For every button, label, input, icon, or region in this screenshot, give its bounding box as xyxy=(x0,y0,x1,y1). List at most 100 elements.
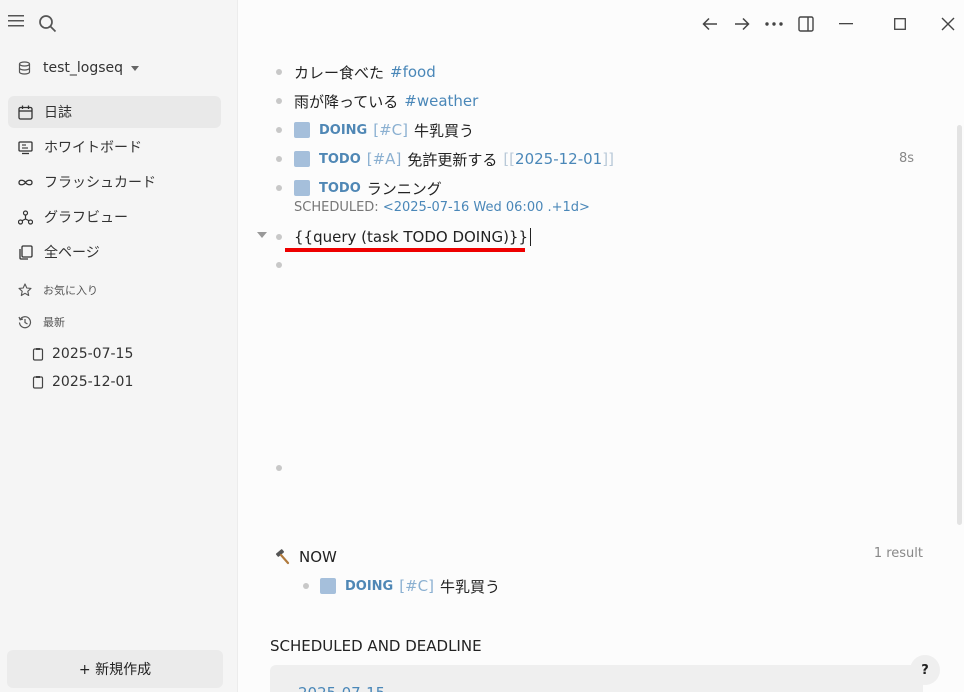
task-block[interactable]: TODO [#A] 免許更新する [[2025-12-01]] xyxy=(294,148,614,170)
task-checkbox[interactable] xyxy=(294,180,310,196)
more-button[interactable] xyxy=(762,12,786,36)
pages-icon xyxy=(19,244,33,260)
scheduled-date-link[interactable]: 2025-07-15 xyxy=(298,684,385,692)
maximize-icon xyxy=(894,18,906,30)
help-label: ? xyxy=(921,662,929,678)
block-bullet[interactable] xyxy=(276,262,282,268)
task-checkbox[interactable] xyxy=(294,122,310,138)
sidebar-item-whiteboards[interactable]: ホワイトボード xyxy=(8,131,221,163)
star-icon xyxy=(18,283,32,297)
task-checkbox[interactable] xyxy=(320,578,336,594)
menu-icon[interactable] xyxy=(8,14,26,32)
recent-page-item[interactable]: 2025-12-01 xyxy=(32,371,133,393)
query-result-block[interactable]: DOING [#C] 牛乳買う xyxy=(320,575,500,597)
minimize-icon xyxy=(839,23,853,25)
block-bullet[interactable] xyxy=(276,69,282,75)
collapse-arrow-icon[interactable] xyxy=(257,232,267,239)
priority-label[interactable]: [#C] xyxy=(373,121,408,139)
sidebar-item-flashcards[interactable]: フラッシュカード xyxy=(8,166,221,198)
task-block[interactable]: TODO ランニング xyxy=(294,177,442,199)
task-marker[interactable]: DOING xyxy=(345,579,393,594)
recent-page-label: 2025-12-01 xyxy=(52,374,134,390)
history-icon xyxy=(18,316,32,329)
help-button[interactable]: ? xyxy=(910,655,940,685)
block-bullet[interactable] xyxy=(276,98,282,104)
toggle-right-sidebar-button[interactable] xyxy=(794,12,818,36)
sidebar-item-all-pages[interactable]: 全ページ xyxy=(8,236,221,268)
block[interactable]: カレー食べた #food xyxy=(294,61,436,83)
maximize-button[interactable] xyxy=(888,12,912,36)
left-sidebar: test_logseq 日誌 ホワイトボード フラッシュカード グラフビュー 全… xyxy=(0,0,238,692)
recent-page-label: 2025-07-15 xyxy=(52,346,134,362)
forward-button[interactable] xyxy=(730,12,754,36)
recent-label: 最新 xyxy=(43,316,65,329)
priority-label[interactable]: [#C] xyxy=(399,577,434,595)
block-bullet[interactable] xyxy=(276,465,282,471)
block-bullet[interactable] xyxy=(276,234,282,240)
annotation-underline xyxy=(285,248,525,252)
block-editor-textarea[interactable]: {{query (task TODO DOING)}} xyxy=(294,226,532,248)
sidebar-item-journals[interactable]: 日誌 xyxy=(8,96,221,128)
block-text: 雨が降っている xyxy=(294,92,399,111)
block-bullet[interactable] xyxy=(303,583,309,589)
editor-text: {{query (task TODO DOING)}} xyxy=(294,228,529,246)
task-timer: 8s xyxy=(899,151,915,166)
text-caret xyxy=(530,228,532,246)
priority-label[interactable]: [#A] xyxy=(367,150,402,168)
sidebar-icon xyxy=(798,16,814,32)
recent-header[interactable]: 最新 xyxy=(18,312,65,332)
block-text: 牛乳買う xyxy=(439,577,500,596)
close-icon xyxy=(941,17,955,31)
favorites-label: お気に入り xyxy=(43,284,98,297)
page-link[interactable]: 2025-12-01 xyxy=(515,150,602,168)
graph-icon xyxy=(18,209,33,225)
sidebar-item-label: 全ページ xyxy=(44,245,100,261)
scheduled-list: 2025-07-15 xyxy=(270,665,923,692)
sidebar-item-label: フラッシュカード xyxy=(44,175,156,191)
sidebar-item-graph-view[interactable]: グラフビュー xyxy=(8,201,221,233)
tag-link[interactable]: #weather xyxy=(404,92,478,110)
link-bracket-close: ]] xyxy=(602,150,614,168)
scheduled-label: SCHEDULED: xyxy=(294,200,379,215)
task-checkbox[interactable] xyxy=(294,151,310,167)
recent-page-item[interactable]: 2025-07-15 xyxy=(32,343,133,365)
block-text: カレー食べた xyxy=(294,63,385,82)
scheduled-value[interactable]: <2025-07-16 Wed 06:00 .+1d> xyxy=(383,200,590,215)
ellipsis-icon xyxy=(765,22,783,26)
task-marker[interactable]: TODO xyxy=(319,181,361,196)
tag-link[interactable]: #food xyxy=(390,63,436,81)
favorites-header[interactable]: お気に入り xyxy=(18,280,98,300)
scheduled-line: SCHEDULED: <2025-07-16 Wed 06:00 .+1d> xyxy=(294,200,590,215)
caret-down-icon xyxy=(131,65,140,71)
block[interactable]: 雨が降っている #weather xyxy=(294,90,478,112)
now-section-header[interactable]: NOW xyxy=(274,547,337,567)
scheduled-section-title: SCHEDULED AND DEADLINE xyxy=(270,637,482,655)
page-icon xyxy=(32,375,44,389)
task-marker[interactable]: TODO xyxy=(319,152,361,167)
sidebar-item-label: 日誌 xyxy=(44,105,72,121)
block-text: ランニング xyxy=(366,179,442,198)
hammer-icon xyxy=(275,549,290,565)
whiteboard-icon xyxy=(18,140,33,154)
result-count: 1 result xyxy=(873,546,923,561)
scrollbar[interactable] xyxy=(957,125,962,525)
block-text: 免許更新する xyxy=(407,150,498,169)
page-icon xyxy=(32,347,44,361)
task-marker[interactable]: DOING xyxy=(319,123,367,138)
block-bullet[interactable] xyxy=(276,156,282,162)
block-text: 牛乳買う xyxy=(413,121,474,140)
sidebar-item-label: ホワイトボード xyxy=(44,140,142,156)
new-page-label: + 新規作成 xyxy=(78,662,152,678)
block-bullet[interactable] xyxy=(276,185,282,191)
search-icon[interactable] xyxy=(38,14,58,34)
task-block[interactable]: DOING [#C] 牛乳買う xyxy=(294,119,474,141)
now-section-title: NOW xyxy=(299,548,337,566)
calendar-icon xyxy=(18,105,33,120)
new-page-button[interactable]: + 新規作成 xyxy=(7,650,223,688)
minimize-button[interactable] xyxy=(834,12,858,36)
graph-selector[interactable]: test_logseq xyxy=(18,58,140,78)
close-button[interactable] xyxy=(936,12,960,36)
back-button[interactable] xyxy=(698,12,722,36)
block-bullet[interactable] xyxy=(276,127,282,133)
logseq-window: test_logseq 日誌 ホワイトボード フラッシュカード グラフビュー 全… xyxy=(0,0,964,692)
